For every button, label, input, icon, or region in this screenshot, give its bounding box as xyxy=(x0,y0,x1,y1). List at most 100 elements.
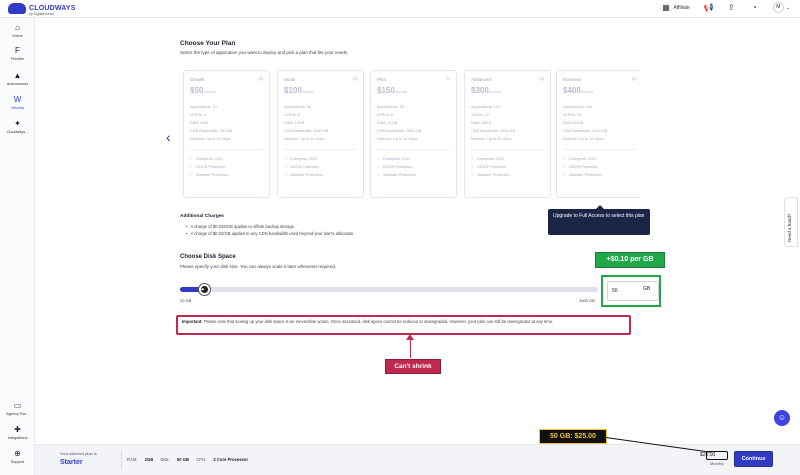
plan-spec: Network: Up to 10 Gbps xyxy=(284,137,325,141)
spec-value: 2GB xyxy=(144,457,154,462)
diamond-icon: ◇ xyxy=(632,76,636,82)
plan-spec: RAM: 64GB xyxy=(563,121,584,125)
check-icon: ✓ xyxy=(284,165,288,169)
plan-specs: Applications: 14 vCPUs: 4 RAM: 8GB CDN B… xyxy=(190,103,263,143)
check-icon: ✓ xyxy=(377,173,381,177)
plan-name: Business xyxy=(563,77,582,82)
check-icon: ✓ xyxy=(284,157,288,161)
plan-price: $100/month xyxy=(284,86,315,95)
annotation-arrow xyxy=(410,336,411,358)
check-icon: ✓ xyxy=(190,165,194,169)
plan-card-growth[interactable]: Growth ◇ $50/month Applications: 14 vCPU… xyxy=(183,70,270,198)
plan-price: $400/month xyxy=(563,86,594,95)
plan-spec: Network: Up to 10 Gbps xyxy=(377,137,418,141)
sidebar-item-integrations[interactable]: ✚ Integrations xyxy=(0,425,35,441)
important-notice: Important: Please note that scaling up y… xyxy=(176,315,631,335)
plan-card-advanced[interactable]: Advanced ◇ $300/month Applications: 100 … xyxy=(464,70,551,198)
need-a-hand-label: Need a hand? xyxy=(787,213,792,242)
check-icon: ✓ xyxy=(284,173,288,177)
plan-spec: Network: Up to 10 Gbps xyxy=(190,137,231,141)
continue-button[interactable]: Continue xyxy=(734,451,773,467)
plan-name: Growth xyxy=(190,77,205,82)
user-menu[interactable]: M ⌄ xyxy=(772,2,790,13)
sidebar-item-cloudways[interactable]: ✦ Cloudways... xyxy=(0,119,35,135)
plan-spec: Network: Up to 10 Gbps xyxy=(563,137,604,141)
plan-feature: ✓ DDOS Protection xyxy=(377,165,413,169)
divider xyxy=(190,149,263,150)
spec-label: RAM: xyxy=(127,457,138,462)
disk-space-title: Choose Disk Space xyxy=(180,254,236,260)
sidebar-item-support[interactable]: ⊕ Support xyxy=(0,449,35,465)
plan-price: $150/month xyxy=(377,86,408,95)
flexible-icon: F xyxy=(15,46,20,55)
sidebar-item-flexible[interactable]: F Flexible xyxy=(0,46,35,62)
plan-spec: CDN Bandwidth: 1200 GB xyxy=(284,129,329,133)
notification-icon[interactable]: ◔ xyxy=(750,3,759,12)
divider xyxy=(121,450,122,470)
chevron-down-icon: ⌄ xyxy=(785,4,790,11)
agency-icon: ▭ xyxy=(13,401,22,410)
plan-feature: ✓ Enterprise CDN xyxy=(563,157,596,161)
plan-card-scale[interactable]: Scale ◇ $100/month Applications: 30 vCPU… xyxy=(277,70,364,198)
top-actions: ▦ Affiliate 📢 ⇪ ◔ M ⌄ xyxy=(661,2,790,13)
chevron-left-icon[interactable]: ‹ xyxy=(166,130,171,144)
list-item: A charge of $0.02/GB applies to any CDN … xyxy=(186,230,354,237)
velocity-icon: W xyxy=(13,95,22,104)
affiliate-link[interactable]: ▦ Affiliate xyxy=(661,3,690,12)
plan-spec: RAM: 16GB xyxy=(284,121,305,125)
plan-name: Plus xyxy=(377,77,386,82)
divider xyxy=(471,149,544,150)
page-title: Choose Your Plan xyxy=(180,40,236,47)
spec-value: 50 GB xyxy=(176,457,190,462)
check-icon: ✓ xyxy=(471,165,475,169)
check-icon: ✓ xyxy=(377,157,381,161)
top-bar: CLOUDWAYS by DigitalOcean ▦ Affiliate 📢 … xyxy=(0,0,800,18)
plan-spec: Network: Up to 10 Gbps xyxy=(471,137,512,141)
plan-feature: ✓ Malware Protection xyxy=(190,173,229,177)
sidebar-item-label: Autonomous xyxy=(6,82,29,86)
plan-feature: ✓ DDOS Protection xyxy=(284,165,320,169)
plan-card-business[interactable]: Business ◇ $400/month Applications: 150 … xyxy=(556,70,640,198)
cloudways-logo[interactable]: CLOUDWAYS by DigitalOcean xyxy=(8,3,76,16)
sidebar: ⌂ Home F Flexible ▲ Autonomous W Velocit… xyxy=(0,18,35,475)
disk-size-input[interactable]: 50 xyxy=(607,281,659,301)
sidebar-item-home[interactable]: ⌂ Home xyxy=(0,24,35,39)
check-icon: ✓ xyxy=(471,173,475,177)
megaphone-icon[interactable]: 📢 xyxy=(704,3,714,12)
price-highlight xyxy=(706,451,728,460)
rocket-icon[interactable]: ⇪ xyxy=(727,3,736,12)
plan-specs: Applications: 30 vCPUs: 8 RAM: 16GB CDN … xyxy=(284,103,357,143)
check-icon: ✓ xyxy=(471,157,475,161)
sidebar-item-velocity[interactable]: W Velocity xyxy=(0,95,35,111)
sidebar-item-agency[interactable]: ▭ Agency Par... xyxy=(0,401,35,417)
support-icon: ⊕ xyxy=(14,449,21,458)
divider xyxy=(563,149,636,150)
selected-plan-label: Your selected plan is xyxy=(60,451,97,456)
plan-spec: CDN Bandwidth: 1500 GB xyxy=(377,129,422,133)
check-icon: ✓ xyxy=(563,173,567,177)
avatar: M xyxy=(772,2,784,13)
plan-spec: vCPUs: 8 xyxy=(284,113,301,117)
plan-feature: ✓ Malware Protection xyxy=(563,173,602,177)
disk-unit-label: GB xyxy=(643,286,651,292)
plan-spec: CDN Bandwidth: 4000 GB xyxy=(563,129,608,133)
spec-label: CPU: xyxy=(196,457,207,462)
disk-slider-handle[interactable] xyxy=(199,284,210,295)
plan-specs: Applications: 100 vCPUs: 12 RAM: 48GB CD… xyxy=(471,103,544,143)
grid-icon: ▦ xyxy=(662,3,670,12)
plan-card-plus[interactable]: Plus ◇ $150/month Applications: 38 vCPUs… xyxy=(370,70,457,198)
plan-spec: Applications: 38 xyxy=(377,105,404,109)
price-callout: 50 GB: $25.00 xyxy=(539,429,607,444)
plan-feature: ✓ Malware Protection xyxy=(377,173,416,177)
cloudways-icon: ✦ xyxy=(14,119,21,128)
integrations-icon: ✚ xyxy=(14,425,21,434)
list-item: A charge of $0.033/GB applies to offsite… xyxy=(186,223,354,230)
disk-slider-track[interactable] xyxy=(180,287,598,292)
upgrade-tooltip: Upgrade to Full Access to select this pl… xyxy=(548,205,650,235)
sidebar-item-label: Cloudways... xyxy=(6,130,29,134)
sidebar-item-autonomous[interactable]: ▲ Autonomous xyxy=(0,72,35,87)
plan-spec: Applications: 100 xyxy=(471,105,500,109)
chat-bot-icon[interactable]: ☺ xyxy=(774,410,790,426)
plan-feature: ✓ Enterprise CDN xyxy=(377,157,410,161)
plan-carousel: Growth ◇ $50/month Applications: 14 vCPU… xyxy=(180,70,640,198)
